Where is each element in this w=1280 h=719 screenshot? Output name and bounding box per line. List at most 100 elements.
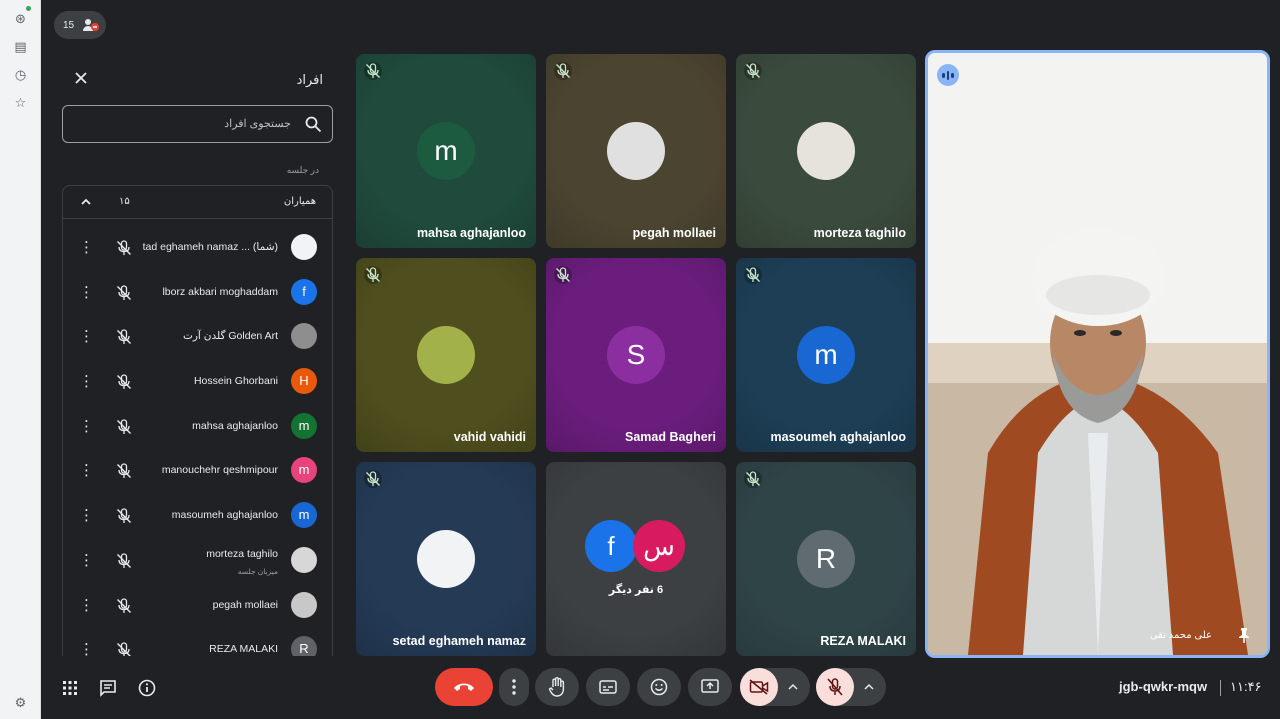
participant-row[interactable]: ⋮ morteza taghilo میزبان جلسه <box>63 539 332 584</box>
mic-muted-indicator <box>364 62 382 80</box>
mic-muted-indicator[interactable] <box>115 507 133 525</box>
participant-tile[interactable]: morteza taghilo <box>736 54 916 248</box>
pin-icon[interactable] <box>1237 627 1251 643</box>
mic-off-icon <box>556 267 570 282</box>
projects-icon[interactable]: ▤ <box>12 38 29 55</box>
people-icon <box>83 19 100 31</box>
info-icon[interactable] <box>137 678 157 698</box>
avatar: m <box>417 122 475 180</box>
mic-muted-indicator <box>364 470 382 488</box>
mic-muted-indicator[interactable] <box>115 552 133 570</box>
participant-row[interactable]: ⋮ REZA MALAKI R <box>63 628 332 656</box>
chat-icon[interactable] <box>98 678 118 698</box>
more-options-icon[interactable]: ⋮ <box>79 462 94 480</box>
search-people-field[interactable] <box>62 105 333 143</box>
participant-name: setad eghameh namaz <box>392 634 526 648</box>
mic-muted-indicator[interactable] <box>115 373 133 391</box>
avatar: S <box>607 326 665 384</box>
participant-row[interactable]: ⋮ masoumeh aghajanloo m <box>63 494 332 539</box>
avatar <box>291 234 317 260</box>
participant-row[interactable]: ⋮ tad eghameh namaz ... (شما) <box>63 226 332 271</box>
mic-muted-indicator <box>554 62 572 80</box>
group-name: همیاران <box>283 196 316 207</box>
mic-control-group <box>816 668 886 706</box>
star-icon[interactable]: ☆ <box>12 94 29 111</box>
apps-grid-icon[interactable] <box>60 678 80 698</box>
participant-name: mahsa aghajanloo <box>416 226 526 240</box>
participant-tile[interactable]: R REZA MALAKI <box>736 462 916 656</box>
reactions-button[interactable] <box>637 668 681 706</box>
participant-row[interactable]: ⋮ گلدن آرت Golden Art <box>63 315 332 360</box>
pinned-video[interactable]: علی محمد تقی <box>925 50 1270 658</box>
participant-row[interactable]: ⋮ pegah mollaei <box>63 584 332 629</box>
mic-options-chevron-icon[interactable] <box>863 682 875 692</box>
avatar <box>607 122 665 180</box>
avatar: H <box>291 368 317 395</box>
mic-off-icon <box>117 374 131 390</box>
speaker-video-frame <box>928 53 1267 655</box>
mic-off-icon <box>117 553 131 568</box>
mic-muted-indicator[interactable] <box>115 418 133 436</box>
more-options-icon[interactable]: ⋮ <box>79 552 94 570</box>
participant-name: pegah mollaei <box>212 598 278 611</box>
raise-hand-button[interactable] <box>535 668 579 706</box>
mic-muted-indicator <box>744 266 762 284</box>
more-options-icon[interactable]: ⋮ <box>79 641 94 656</box>
participant-name: tad eghameh namaz ... (شما) <box>142 241 278 253</box>
more-options-icon[interactable]: ⋮ <box>79 239 94 257</box>
mic-off-icon <box>117 642 131 656</box>
mic-muted-indicator[interactable] <box>115 462 133 480</box>
history-icon[interactable]: ◷ <box>12 66 29 83</box>
more-options-button[interactable] <box>499 668 529 706</box>
mic-toggle-button[interactable] <box>816 668 854 706</box>
participant-tile[interactable]: S Samad Bagheri <box>546 258 726 452</box>
close-panel-button[interactable] <box>72 70 90 88</box>
mic-muted-indicator[interactable] <box>115 239 133 257</box>
participant-tile[interactable]: m masoumeh aghajanloo <box>736 258 916 452</box>
avatar <box>417 326 475 384</box>
chevron-up-icon[interactable] <box>79 195 93 209</box>
present-screen-button[interactable] <box>688 668 732 706</box>
mic-off-icon <box>556 63 570 78</box>
mic-off-icon <box>117 597 131 613</box>
camera-options-chevron-icon[interactable] <box>787 682 799 692</box>
participant-name: pegah mollaei <box>632 226 716 240</box>
settings-icon[interactable]: ⚙ <box>12 694 29 711</box>
more-options-icon[interactable]: ⋮ <box>79 507 94 525</box>
others-tile[interactable]: fس 6 نفر دیگر <box>546 462 726 656</box>
more-options-icon[interactable]: ⋮ <box>79 328 94 346</box>
avatar <box>291 591 317 618</box>
avatar: m <box>291 502 317 529</box>
more-options-icon[interactable]: ⋮ <box>79 373 94 391</box>
avatar: f <box>291 278 317 305</box>
group-header[interactable]: ۱۵ همیاران <box>63 186 332 219</box>
participant-row[interactable]: ⋮ mahsa aghajanloo m <box>63 405 332 450</box>
avatar: m <box>291 412 317 439</box>
avatar: m <box>291 457 317 484</box>
avatar: R <box>291 636 317 656</box>
more-options-icon[interactable]: ⋮ <box>79 418 94 436</box>
search-people-input[interactable] <box>71 106 291 142</box>
participant-tile[interactable]: pegah mollaei <box>546 54 726 248</box>
participant-count-pill[interactable]: 15 <box>54 11 106 39</box>
more-options-icon[interactable]: ⋮ <box>79 284 94 302</box>
mic-muted-indicator[interactable] <box>115 597 133 615</box>
end-call-icon <box>454 683 474 691</box>
participant-row[interactable]: ⋮ manouchehr qeshmipour m <box>63 449 332 494</box>
participant-row[interactable]: ⋮ lborz akbari moghaddam f <box>63 271 332 316</box>
more-options-icon[interactable]: ⋮ <box>79 597 94 615</box>
participant-row[interactable]: ⋮ Hossein Ghorbani H <box>63 360 332 405</box>
mic-muted-indicator[interactable] <box>115 284 133 302</box>
mic-muted-indicator[interactable] <box>115 641 133 656</box>
mic-muted-indicator[interactable] <box>115 328 133 346</box>
panel-title: افراد <box>296 72 323 87</box>
participant-tile[interactable]: setad eghameh namaz <box>356 462 536 656</box>
participant-tile[interactable]: m mahsa aghajanloo <box>356 54 536 248</box>
openai-logo-icon[interactable]: ⊛ <box>12 10 29 27</box>
camera-toggle-button[interactable] <box>740 668 778 706</box>
mic-off-icon <box>117 329 131 345</box>
leave-call-button[interactable] <box>435 668 493 706</box>
participant-tile[interactable]: vahid vahidi <box>356 258 536 452</box>
participant-role: میزبان جلسه <box>237 566 278 576</box>
captions-button[interactable] <box>586 668 630 706</box>
